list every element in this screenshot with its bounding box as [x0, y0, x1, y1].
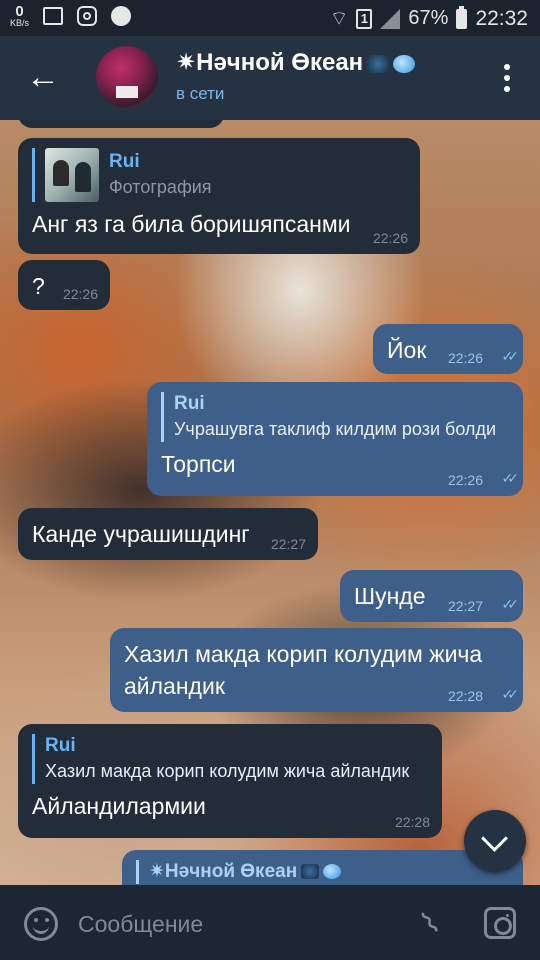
- back-arrow-icon[interactable]: ←: [26, 60, 60, 94]
- ocean-emoji-icon: [367, 54, 390, 73]
- globe-emoji-icon: [393, 54, 416, 73]
- more-menu-icon[interactable]: [504, 64, 512, 92]
- reply-author: Rui: [174, 393, 205, 414]
- chat-header: ← ✷Нәчной Өкеан в сети: [0, 36, 540, 120]
- chat-title: ✷Нәчной Өкеан: [176, 49, 364, 76]
- message-time: 22:26: [372, 230, 408, 246]
- reply-quote[interactable]: Rui Хазил макда корип колудим жича айлан…: [32, 734, 428, 784]
- message-input-bar: ⌇: [0, 885, 540, 960]
- message-time: 22:26: [447, 472, 483, 488]
- read-checkmarks-icon: ✓✓: [501, 686, 520, 702]
- globe-emoji-icon: [323, 864, 342, 880]
- message-text: Айландилармии: [32, 793, 206, 819]
- reply-author: Rui: [45, 735, 76, 756]
- instagram-icon: [77, 6, 98, 26]
- message-bubble[interactable]: ? 22:26: [18, 260, 110, 310]
- network-speed: 0 KB/s: [10, 4, 29, 28]
- battery-percent: 67%: [408, 7, 449, 29]
- online-status: в сети: [176, 84, 225, 103]
- message-time: 22:28: [447, 688, 483, 704]
- status-bar: 0 KB/s ⌔ 1 67% 22:32: [0, 0, 540, 36]
- avatar[interactable]: [96, 46, 158, 108]
- chat-area[interactable]: Rui Фотография Анг яз га била боришяпсан…: [0, 120, 540, 885]
- reply-text: Хазил макда корип колудим жича айландик: [45, 761, 410, 781]
- reply-quote[interactable]: Rui Учрашувга таклиф килдим рози болди: [161, 392, 509, 442]
- attach-icon[interactable]: ⌇: [407, 900, 454, 947]
- network-speed-unit: KB/s: [10, 18, 30, 28]
- sim-icon: 1: [356, 8, 373, 29]
- message-time: 22:26: [447, 350, 483, 366]
- signal-icon: [380, 8, 401, 29]
- message-text: Анг яз га била боришяпсанми: [32, 211, 351, 237]
- message-bubble[interactable]: Rui Хазил макда корип колудим жича айлан…: [18, 724, 442, 838]
- message-bubble[interactable]: Rui Фотография Анг яз га била боришяпсан…: [18, 138, 420, 254]
- message-time: 22:27: [270, 536, 306, 552]
- message-bubble[interactable]: Rui Учрашувга таклиф килдим рози болди Т…: [147, 382, 523, 496]
- camera-icon[interactable]: [484, 907, 516, 939]
- message-time: 22:26: [62, 286, 98, 302]
- message-bubble[interactable]: Канде учрашишдинг 22:27: [18, 508, 318, 560]
- reply-text: Учрашувга таклиф килдим рози болди: [174, 419, 496, 439]
- app-notification-icon: [111, 6, 132, 26]
- network-speed-value: 0: [15, 3, 24, 20]
- reply-quote[interactable]: ✷Нәчной Өкеан: [136, 860, 509, 884]
- reply-author: Rui: [109, 151, 140, 172]
- reply-author: ✷Нәчной Өкеан: [149, 860, 509, 884]
- read-checkmarks-icon: ✓✓: [501, 470, 520, 486]
- message-bubble[interactable]: ✷Нәчной Өкеан: [122, 850, 523, 885]
- chat-title-row[interactable]: ✷Нәчной Өкеан: [176, 48, 416, 77]
- message-bubble[interactable]: Йок 22:26 ✓✓: [373, 324, 523, 374]
- reply-text: Фотография: [109, 177, 212, 197]
- clock: 22:32: [475, 6, 528, 30]
- reply-quote[interactable]: Rui Фотография: [32, 148, 406, 202]
- reply-photo-thumbnail: [45, 148, 99, 202]
- message-bubble[interactable]: Хазил макда корип колудим жича айландик …: [110, 628, 523, 712]
- message-input[interactable]: [78, 905, 398, 943]
- read-checkmarks-icon: ✓✓: [501, 596, 520, 612]
- read-checkmarks-icon: ✓✓: [501, 348, 520, 364]
- ocean-emoji-icon: [301, 864, 320, 880]
- wifi-icon: ⌔: [329, 8, 349, 30]
- emoji-icon[interactable]: [24, 907, 58, 941]
- message-time: 22:28: [394, 814, 430, 830]
- message-bubble-partial: [18, 120, 224, 128]
- gallery-icon: [43, 7, 64, 25]
- message-text: Шунде: [354, 583, 426, 609]
- message-text: Канде учрашишдинг: [32, 521, 250, 547]
- message-bubble[interactable]: Шунде 22:27 ✓✓: [340, 570, 523, 622]
- battery-icon: [456, 5, 468, 29]
- message-time: 22:27: [447, 598, 483, 614]
- scroll-down-button[interactable]: [464, 810, 526, 872]
